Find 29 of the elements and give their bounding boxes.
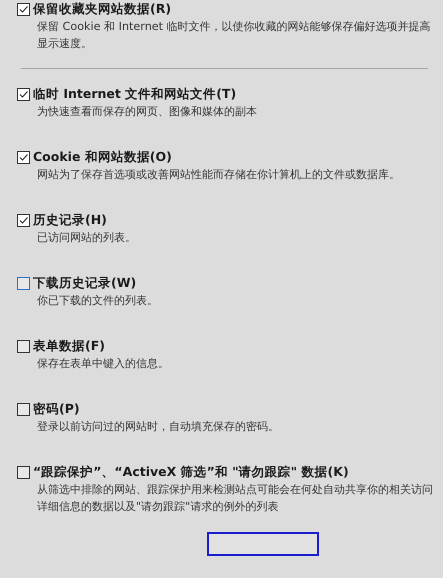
option-description: 登录以前访问过的网站时，自动填充保存的密码。 bbox=[37, 419, 280, 435]
checkmark-icon bbox=[18, 4, 29, 14]
dialog-button[interactable] bbox=[207, 532, 319, 556]
option-label: Cookie 和网站数据(O) bbox=[33, 148, 172, 166]
option-description: 从筛选中排除的网站、跟踪保护用来检测站点可能会在何处自动共享你的相关访问详细信息的数据以及"请勿跟踪"请求的例外的列表 bbox=[37, 482, 434, 515]
option-label: 密码(P) bbox=[33, 400, 80, 418]
option-label: 下载历史记录(W) bbox=[33, 274, 136, 292]
checkbox[interactable] bbox=[17, 150, 30, 164]
option-label: 表单数据(F) bbox=[33, 338, 105, 354]
option-description: 保留 Cookie 和 Internet 临时文件，以使你收藏的网站能够保存偏好选项并提高显示速度。 bbox=[37, 19, 432, 52]
option-description: 网站为了保存首选项或改善网站性能而存储在你计算机上的文件或数据库。 bbox=[37, 167, 401, 183]
checkbox[interactable] bbox=[17, 214, 30, 226]
checkbox[interactable] bbox=[17, 402, 30, 416]
option-description: 保存在表单中键入的信息。 bbox=[37, 356, 170, 372]
option-label: 保留收藏夹网站数据(R) bbox=[33, 0, 172, 18]
option-description: 为快速查看而保存的网页、图像和媒体的副本 bbox=[37, 104, 258, 120]
checkbox[interactable] bbox=[17, 2, 30, 16]
checkmark-icon bbox=[18, 152, 29, 162]
checkmark-icon bbox=[18, 214, 29, 226]
option-label: “跟踪保护”、“ActiveX 筛选”和 "请勿跟踪" 数据(K) bbox=[33, 464, 349, 480]
checkbox[interactable] bbox=[17, 340, 30, 352]
option-label: 临时 Internet 文件和网站文件(T) bbox=[33, 86, 236, 102]
checkbox[interactable] bbox=[17, 466, 30, 478]
option-label: 历史记录(H) bbox=[33, 212, 107, 228]
option-description: 你已下载的文件的列表。 bbox=[37, 293, 159, 309]
checkbox[interactable] bbox=[17, 88, 30, 100]
checkmark-icon bbox=[18, 88, 29, 100]
option-description: 已访问网站的列表。 bbox=[37, 230, 137, 246]
checkbox[interactable] bbox=[17, 276, 30, 290]
